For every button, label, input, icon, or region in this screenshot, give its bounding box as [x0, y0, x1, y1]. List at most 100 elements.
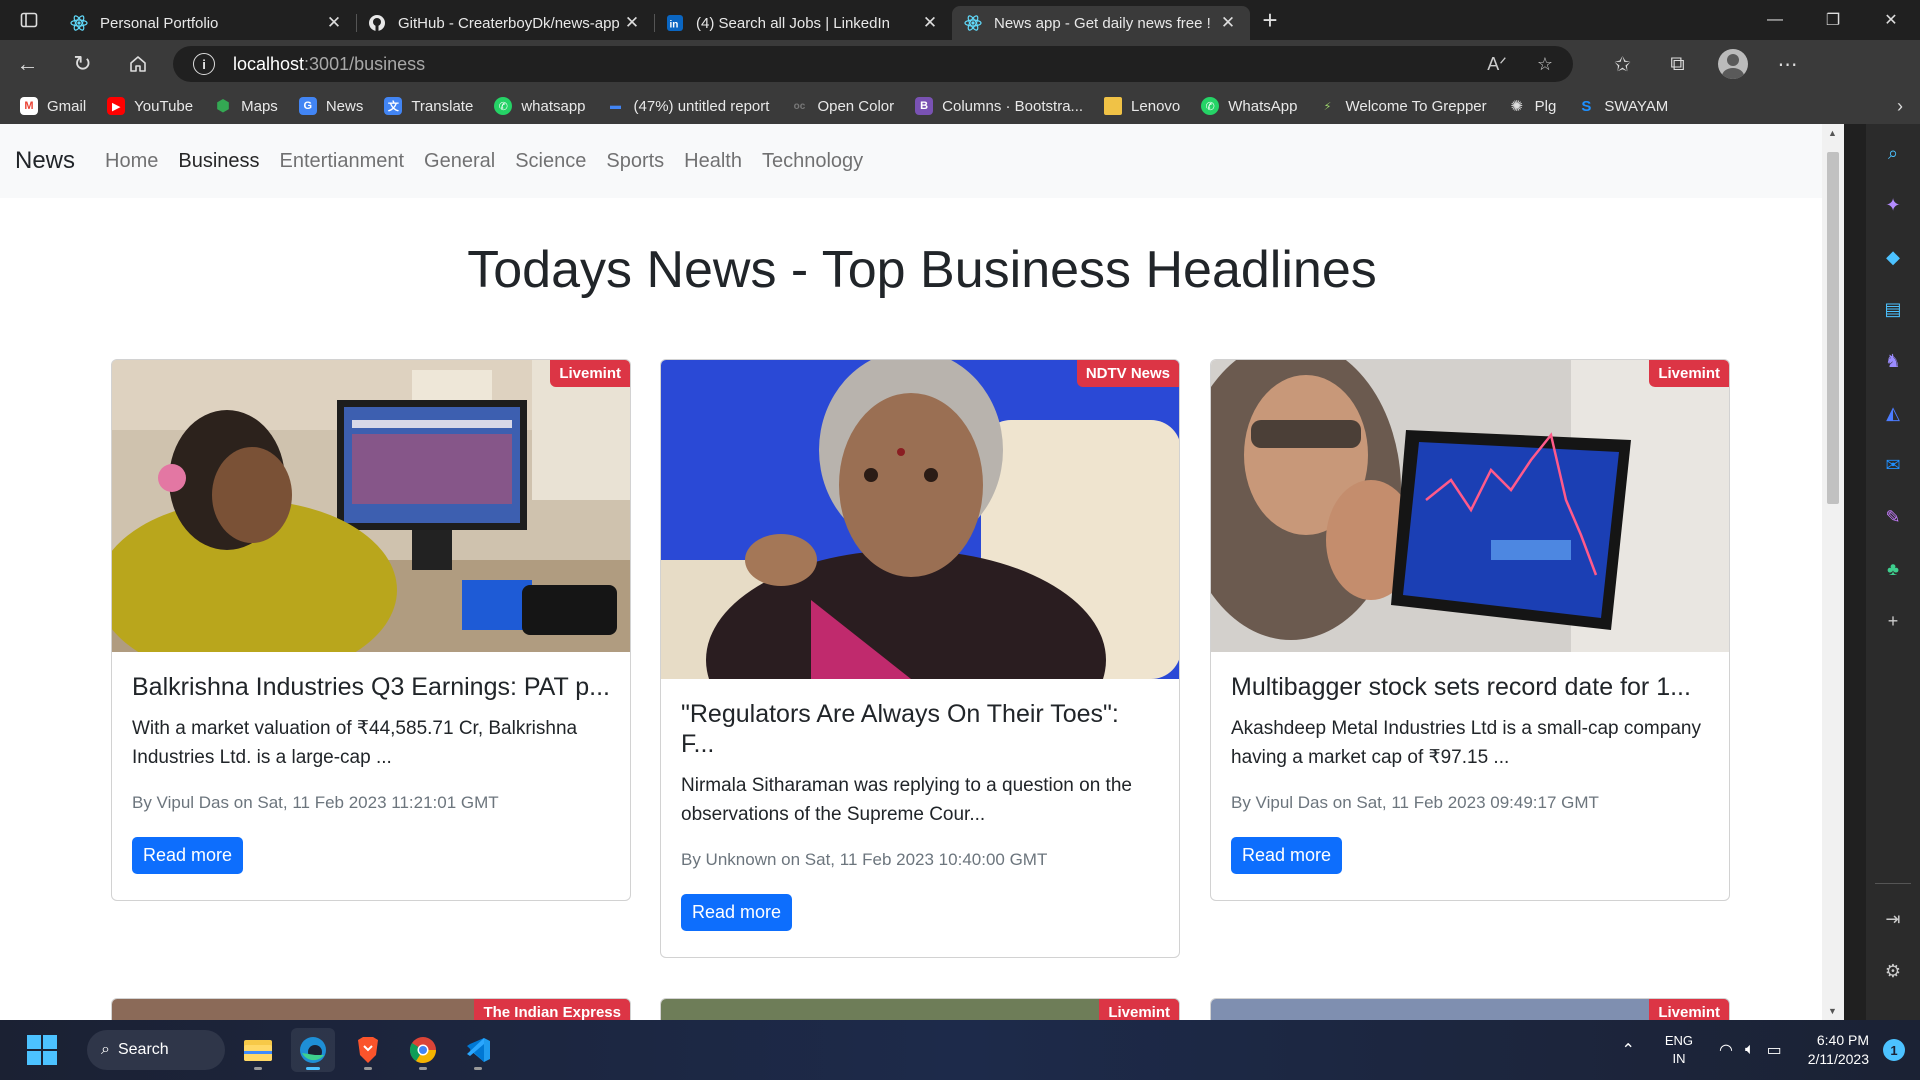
navbar-brand[interactable]: News [15, 147, 75, 175]
grepper-icon: ⚡ [1323, 100, 1332, 113]
nav-link-science[interactable]: Science [515, 150, 586, 173]
language-indicator[interactable]: ENG IN [1665, 1032, 1693, 1067]
designer-icon[interactable]: ✎ [1878, 502, 1908, 532]
bookmark-plg[interactable]: ✺ Plg [1508, 97, 1556, 116]
nav-link-entertainment[interactable]: Entertianment [280, 150, 405, 173]
close-tab-icon[interactable]: ✕ [622, 13, 642, 33]
tab-personal-portfolio[interactable]: Personal Portfolio ✕ [58, 6, 356, 40]
chevron-up-icon[interactable]: ⌃ [1621, 1040, 1634, 1060]
read-more-button[interactable]: Read more [132, 836, 244, 874]
nav-link-sports[interactable]: Sports [606, 150, 664, 173]
restore-icon[interactable]: ❐ [1804, 0, 1862, 40]
url-path: :3001/business [304, 53, 426, 74]
window-controls: — ❐ ✕ [1746, 0, 1920, 40]
nav-link-home[interactable]: Home [105, 150, 158, 173]
microsoft-365-icon[interactable]: ◭ [1878, 398, 1908, 428]
bookmark-lenovo[interactable]: Lenovo [1104, 97, 1180, 115]
tab-title: Personal Portfolio [100, 14, 219, 32]
wifi-icon[interactable]: ◠ [1719, 1040, 1733, 1060]
tab-actions-button[interactable] [0, 0, 58, 40]
nav-link-technology[interactable]: Technology [762, 150, 863, 173]
minimize-icon[interactable]: — [1746, 0, 1804, 40]
close-window-icon[interactable]: ✕ [1862, 0, 1920, 40]
outlook-icon[interactable]: ✉ [1878, 450, 1908, 480]
nav-link-health[interactable]: Health [684, 150, 742, 173]
openai-icon: ✺ [1510, 98, 1523, 115]
page-scrollbar[interactable]: ▲ ▼ [1822, 124, 1844, 1020]
report-icon: ▬ [610, 100, 622, 112]
scroll-down-icon[interactable]: ▼ [1828, 1006, 1837, 1016]
tree-icon[interactable]: ♣ [1878, 554, 1908, 584]
bookmark-bootstrap[interactable]: B Columns · Bootstra... [915, 97, 1083, 115]
bookmark-translate[interactable]: 文 Translate [384, 97, 473, 115]
hide-sidebar-icon[interactable]: ⇥ [1878, 904, 1908, 934]
file-explorer-icon[interactable] [236, 1028, 280, 1072]
react-icon [964, 14, 982, 32]
whatsapp-icon: ✆ [494, 97, 513, 115]
profile-button[interactable] [1705, 49, 1760, 79]
bookmark-maps[interactable]: ⬢ Maps [214, 97, 278, 116]
nav-link-business[interactable]: Business [178, 150, 259, 173]
chevron-right-icon[interactable]: › [1880, 96, 1920, 117]
bookmark-gmail[interactable]: M Gmail [20, 97, 86, 115]
bookmark-whatsapp[interactable]: ✆ whatsapp [494, 97, 586, 115]
back-button[interactable]: ← [0, 40, 55, 88]
add-icon[interactable]: + [1878, 606, 1908, 636]
brave-browser-icon[interactable] [346, 1028, 390, 1072]
refresh-button[interactable]: ↻ [55, 40, 110, 88]
copilot-icon[interactable]: ✦ [1878, 190, 1908, 220]
settings-icon[interactable]: ⚙ [1878, 956, 1908, 986]
read-more-button[interactable]: Read more [681, 893, 793, 931]
tools-icon[interactable]: ▤ [1878, 294, 1908, 324]
edge-browser-icon[interactable] [291, 1028, 335, 1072]
tab-title: News app - Get daily news free ! [994, 14, 1211, 32]
search-icon[interactable]: ⌕ [1878, 138, 1908, 168]
battery-icon[interactable]: ▭ [1767, 1040, 1782, 1060]
bookmark-report[interactable]: ▬ (47%) untitled report [607, 97, 769, 115]
bookmark-news[interactable]: G News [298, 97, 363, 115]
scroll-up-icon[interactable]: ▲ [1828, 128, 1837, 138]
svg-text:in: in [670, 20, 679, 31]
search-icon: ⌕ [101, 1041, 110, 1058]
home-button[interactable] [110, 40, 165, 88]
article-description: With a market valuation of ₹44,585.71 Cr… [132, 718, 578, 769]
notification-badge[interactable]: 1 [1883, 1039, 1905, 1061]
games-icon[interactable]: ♞ [1878, 346, 1908, 376]
nav-link-general[interactable]: General [424, 150, 495, 173]
volume-icon[interactable]: 🔈︎ [1745, 1041, 1755, 1059]
news-card: The Indian Express [111, 998, 631, 1020]
bookmark-open-color[interactable]: oc Open Color [790, 97, 895, 115]
site-info-icon[interactable]: i [193, 53, 215, 75]
shopping-tag-icon[interactable]: ◆ [1878, 242, 1908, 272]
bookmark-grepper[interactable]: ⚡ Welcome To Grepper [1318, 97, 1487, 115]
close-tab-icon[interactable]: ✕ [920, 13, 940, 33]
tab-linkedin[interactable]: in (4) Search all Jobs | LinkedIn ✕ [654, 6, 952, 40]
windows-start-icon[interactable] [27, 1035, 57, 1065]
vscode-icon[interactable] [456, 1028, 500, 1072]
news-card: Livemint Balkrishna Industries Q3 Earnin… [111, 359, 631, 901]
tab-github[interactable]: GitHub - CreaterboyDk/news-app ✕ [356, 6, 654, 40]
github-icon [368, 14, 386, 32]
new-tab-button[interactable]: + [1250, 0, 1290, 40]
chrome-browser-icon[interactable] [401, 1028, 445, 1072]
bookmark-whatsapp-2[interactable]: ✆ WhatsApp [1201, 97, 1297, 115]
add-favorite-icon[interactable]: ☆ [1537, 54, 1553, 75]
refresh-icon: ↻ [73, 51, 92, 76]
news-card: Livemint [660, 998, 1180, 1020]
clock[interactable]: 6:40 PM 2/11/2023 [1808, 1031, 1869, 1069]
close-tab-icon[interactable]: ✕ [1218, 13, 1238, 33]
scrollbar-thumb[interactable] [1827, 152, 1839, 504]
bookmark-youtube[interactable]: ▶ YouTube [107, 97, 193, 115]
tab-news-app[interactable]: News app - Get daily news free ! ✕ [952, 6, 1250, 40]
taskbar-search[interactable]: ⌕ Search [87, 1030, 225, 1070]
read-aloud-icon[interactable]: Aᐟ [1487, 54, 1507, 75]
read-more-button[interactable]: Read more [1231, 836, 1343, 874]
article-title: Multibagger stock sets record date for 1… [1231, 673, 1691, 701]
more-options-icon[interactable]: ⋯ [1760, 49, 1815, 79]
taskbar-search-label: Search [117, 1041, 169, 1058]
bookmark-swayam[interactable]: S SWAYAM [1577, 97, 1668, 115]
favorites-icon[interactable]: ✩ [1595, 49, 1650, 79]
collections-icon[interactable]: ⧉ [1650, 49, 1705, 79]
address-bar[interactable]: i localhost:3001/business Aᐟ ☆ [173, 46, 1573, 82]
close-tab-icon[interactable]: ✕ [324, 13, 344, 33]
